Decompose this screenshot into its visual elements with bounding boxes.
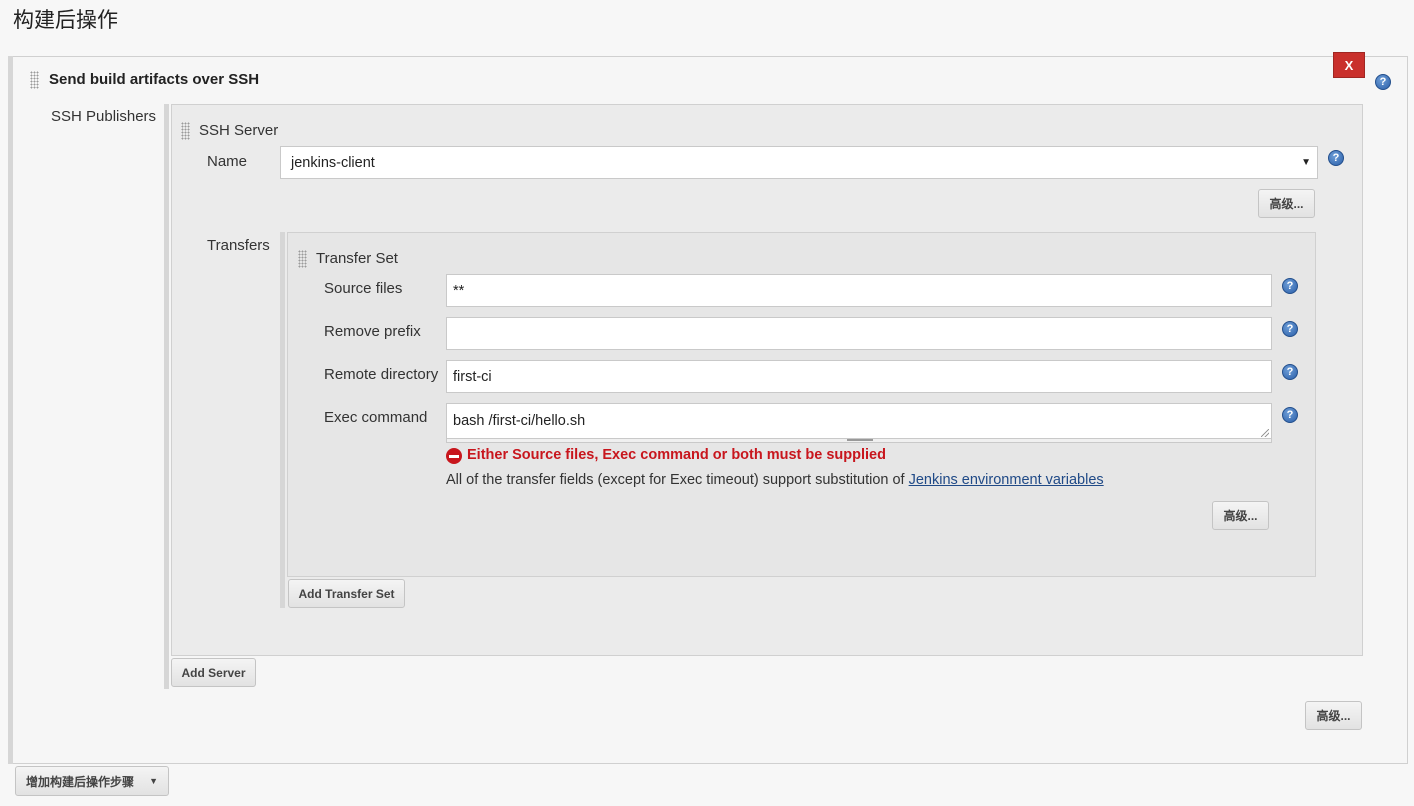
chevron-down-icon: ▼ — [149, 776, 158, 786]
add-post-build-step-button[interactable]: 增加构建后操作步骤 ▼ — [15, 766, 169, 796]
textarea-resize-bar[interactable] — [446, 439, 1272, 443]
remote-directory-input[interactable]: first-ci — [446, 360, 1272, 393]
exec-command-label: Exec command — [324, 409, 428, 426]
source-files-label: Source files — [324, 280, 403, 297]
add-post-build-step-label: 增加构建后操作步骤 — [26, 774, 135, 789]
add-server-button[interactable]: Add Server — [171, 658, 256, 687]
ssh-server-title: SSH Server — [199, 122, 279, 139]
help-icon[interactable]: ? — [1375, 74, 1391, 90]
server-advanced-button[interactable]: 高级... — [1258, 189, 1315, 218]
transfers-bar — [280, 232, 285, 608]
env-vars-note-text: All of the transfer fields (except for E… — [446, 472, 909, 488]
remote-directory-label: Remote directory — [324, 366, 439, 383]
source-files-value: ** — [453, 282, 465, 299]
drag-handle-icon[interactable] — [30, 71, 39, 89]
ssh-publishers-bar — [164, 104, 169, 689]
remote-directory-value: first-ci — [453, 368, 492, 385]
transfer-set-title: Transfer Set — [316, 250, 398, 267]
add-transfer-set-button[interactable]: Add Transfer Set — [288, 579, 405, 608]
publisher-advanced-button[interactable]: 高级... — [1305, 701, 1362, 730]
help-icon[interactable]: ? — [1328, 150, 1344, 166]
remove-prefix-input[interactable] — [446, 317, 1272, 350]
publisher-title: Send build artifacts over SSH — [49, 71, 260, 88]
source-files-input[interactable]: ** — [446, 274, 1272, 307]
publisher-left-bar — [8, 56, 13, 764]
server-name-label: Name — [207, 153, 248, 170]
drag-handle-icon[interactable] — [298, 250, 307, 268]
delete-publisher-button[interactable]: X — [1333, 52, 1365, 78]
error-message: Either Source files, Exec command or bot… — [467, 447, 886, 463]
help-icon[interactable]: ? — [1282, 321, 1298, 337]
transfers-label: Transfers — [207, 237, 270, 254]
section-title: 构建后操作 — [13, 8, 118, 32]
exec-command-value: bash /first-ci/hello.sh — [453, 413, 586, 429]
grip-lines-icon — [847, 439, 873, 441]
drag-handle-icon[interactable] — [181, 122, 190, 140]
env-vars-note: All of the transfer fields (except for E… — [446, 472, 1104, 488]
env-vars-link[interactable]: Jenkins environment variables — [909, 472, 1104, 488]
server-name-value: jenkins-client — [291, 154, 375, 171]
error-icon — [446, 448, 462, 464]
exec-command-textarea[interactable]: bash /first-ci/hello.sh — [446, 403, 1272, 439]
help-icon[interactable]: ? — [1282, 364, 1298, 380]
transfer-advanced-button[interactable]: 高级... — [1212, 501, 1269, 530]
resize-handle-icon[interactable] — [1261, 429, 1269, 437]
remove-prefix-label: Remove prefix — [324, 323, 421, 340]
server-name-select[interactable]: jenkins-client ▼ — [280, 146, 1318, 179]
help-icon[interactable]: ? — [1282, 407, 1298, 423]
ssh-publishers-label: SSH Publishers — [51, 108, 157, 125]
chevron-down-icon: ▼ — [1301, 157, 1311, 168]
help-icon[interactable]: ? — [1282, 278, 1298, 294]
